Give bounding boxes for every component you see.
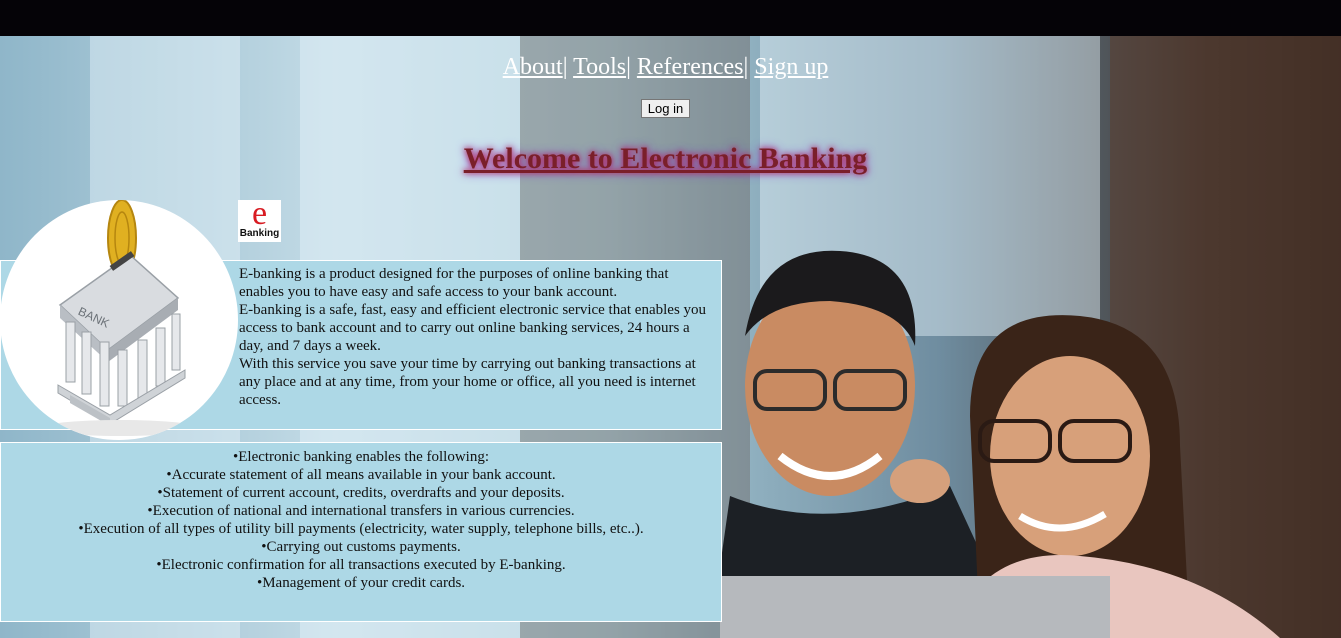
browser-top-bar [0, 0, 1341, 36]
list-item: •Accurate statement of all means availab… [166, 467, 556, 483]
login-button[interactable]: Log in [640, 99, 691, 118]
nav-separator: | [626, 54, 631, 80]
couple-photo [720, 250, 1280, 638]
nav-separator: | [743, 54, 749, 80]
login-area: Log in [0, 99, 1331, 118]
nav-signup-link[interactable]: Sign up [754, 54, 828, 80]
nav-separator: | [562, 54, 568, 80]
piggy-bank-building-icon: BANK [40, 200, 200, 436]
e-banking-logo-label: Banking [239, 228, 280, 239]
list-item: •Execution of all types of utility bill … [78, 521, 644, 537]
list-item: •Electronic banking enables the followin… [232, 449, 489, 465]
nav-references-link[interactable]: References [637, 54, 744, 80]
intro-text: E-banking is a product designed for the … [239, 265, 709, 409]
intro-paragraph-3: With this service you save your time by … [239, 356, 696, 408]
top-navigation: About| Tools| References| Sign up [0, 54, 1331, 81]
features-panel: •Electronic banking enables the followin… [0, 442, 722, 622]
list-item: •Management of your credit cards. [256, 575, 466, 591]
nav-about-link[interactable]: About [503, 54, 563, 80]
list-item: •Carrying out customs payments. [261, 539, 461, 555]
intro-paragraph-1: E-banking is a product designed for the … [239, 266, 669, 300]
bank-image: BANK [0, 200, 238, 440]
e-banking-logo: e Banking [238, 195, 281, 242]
list-item: •Electronic confirmation for all transac… [156, 557, 566, 573]
intro-paragraph-2: E-banking is a safe, fast, easy and effi… [239, 302, 707, 354]
nav-tools-link[interactable]: Tools [573, 54, 626, 80]
list-item: •Execution of national and international… [147, 503, 575, 519]
page-background: About| Tools| References| Sign up Log in… [0, 36, 1341, 638]
page-title: Welcome to Electronic Banking [463, 142, 868, 175]
e-banking-logo-letter: e [251, 195, 268, 232]
features-list: •Electronic banking enables the followin… [1, 448, 721, 592]
list-item: •Statement of current account, credits, … [157, 485, 565, 501]
